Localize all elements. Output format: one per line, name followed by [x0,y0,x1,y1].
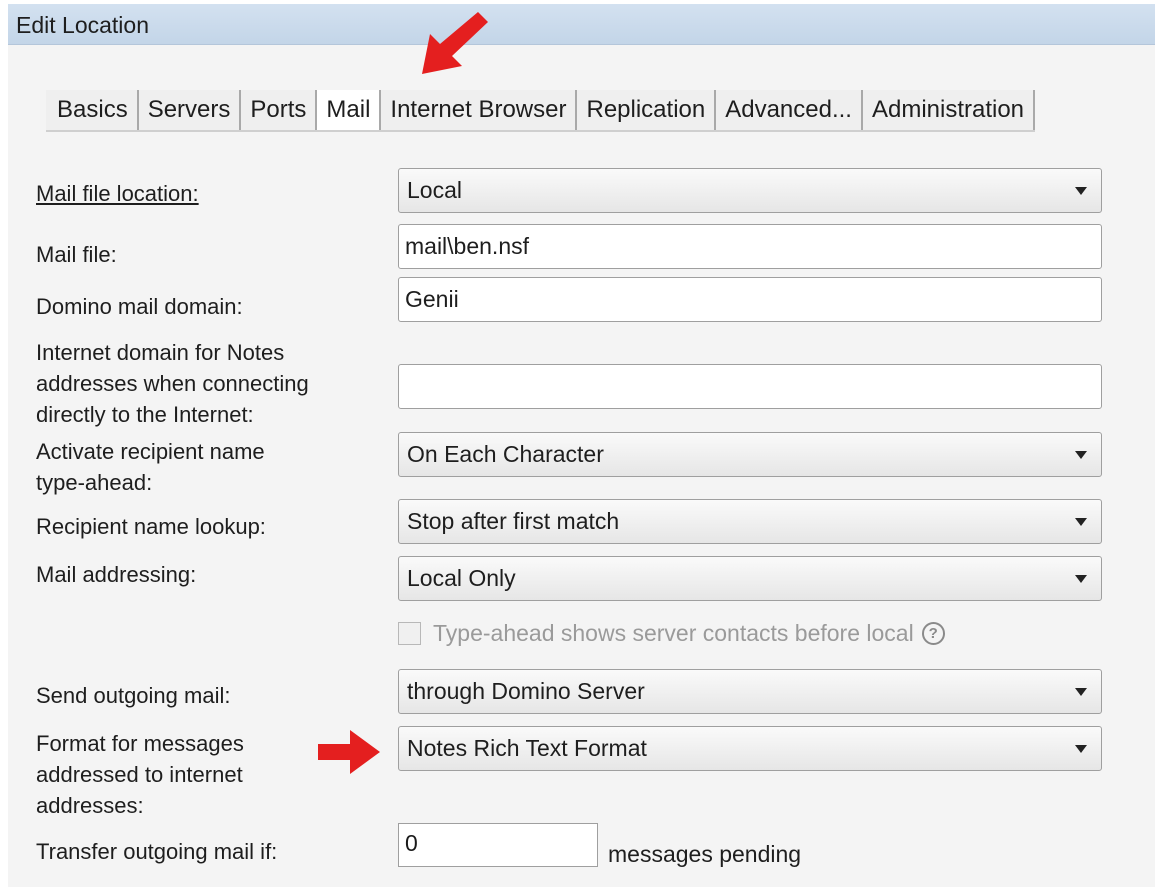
internet-format-select[interactable]: Notes Rich Text Format [398,726,1102,771]
internet-domain-label-line-1: Internet domain for Notes [36,340,285,365]
tab-replication[interactable]: Replication [577,90,717,130]
transfer-outgoing-label: Transfer outgoing mail if: [36,839,278,864]
server-contacts-checkbox[interactable] [398,622,421,645]
domino-mail-domain-input[interactable]: Genii [398,277,1102,322]
send-outgoing-value: through Domino Server [407,678,645,704]
server-contacts-option: Type-ahead shows server contacts before … [398,620,945,647]
mail-file-location-value: Local [407,177,462,203]
chevron-down-icon [1075,745,1087,753]
annotation-arrow-icon [318,730,380,774]
window-title: Edit Location [16,12,149,38]
tab-servers[interactable]: Servers [138,90,242,130]
tab-mail[interactable]: Mail [317,90,382,130]
send-outgoing-select[interactable]: through Domino Server [398,669,1102,714]
server-contacts-label: Type-ahead shows server contacts before … [433,620,914,646]
mail-addressing-label: Mail addressing: [36,562,197,587]
internet-domain-label-line-3: directly to the Internet: [36,402,254,427]
chevron-down-icon [1075,688,1087,696]
transfer-outgoing-input[interactable]: 0 [398,823,598,867]
internet-format-value: Notes Rich Text Format [407,735,647,761]
name-lookup-select[interactable]: Stop after first match [398,499,1102,544]
chevron-down-icon [1075,518,1087,526]
mail-file-label: Mail file: [36,242,117,267]
name-lookup-value: Stop after first match [407,508,620,534]
chevron-down-icon [1075,575,1087,583]
help-circle-icon[interactable]: ? [921,622,945,645]
name-lookup-label: Recipient name lookup: [36,514,266,539]
mail-addressing-select[interactable]: Local Only [398,556,1102,601]
mail-addressing-value: Local Only [407,565,516,591]
tab-ports[interactable]: Ports [241,90,318,130]
annotation-arrow-icon [422,12,488,74]
type-ahead-select[interactable]: On Each Character [398,432,1102,477]
internet-format-label: Format for messages addressed to interne… [36,728,244,821]
internet-domain-input[interactable] [398,364,1102,409]
tab-strip: Basics Servers Ports Mail Internet Brows… [46,90,1036,132]
internet-domain-label-line-2: addresses when connecting [36,371,309,396]
internet-format-label-line-3: addresses: [36,793,144,818]
internet-domain-label: Internet domain for Notes addresses when… [36,337,309,430]
tab-administration[interactable]: Administration [862,90,1036,130]
messages-pending-label: messages pending [608,841,802,867]
type-ahead-value: On Each Character [407,441,604,467]
edit-location-window: Edit Location Basics Servers Ports Mail … [8,4,1155,887]
title-bar: Edit Location [8,4,1155,45]
mail-file-location-select[interactable]: Local [398,168,1102,213]
tab-advanced[interactable]: Advanced... [716,90,863,130]
chevron-down-icon [1075,451,1087,459]
chevron-down-icon [1075,187,1087,195]
type-ahead-label-line-1: Activate recipient name [36,439,265,464]
domino-mail-domain-label: Domino mail domain: [36,294,243,319]
mail-file-input[interactable]: mail\ben.nsf [398,224,1102,269]
type-ahead-label: Activate recipient name type-ahead: [36,436,265,498]
send-outgoing-label: Send outgoing mail: [36,683,231,708]
tab-internet-browser[interactable]: Internet Browser [381,90,578,130]
internet-format-label-line-2: addressed to internet [36,762,243,787]
mail-file-location-label: Mail file location: [36,181,199,206]
internet-format-label-line-1: Format for messages [36,731,244,756]
tab-basics[interactable]: Basics [46,90,139,130]
type-ahead-label-line-2: type-ahead: [36,470,153,495]
